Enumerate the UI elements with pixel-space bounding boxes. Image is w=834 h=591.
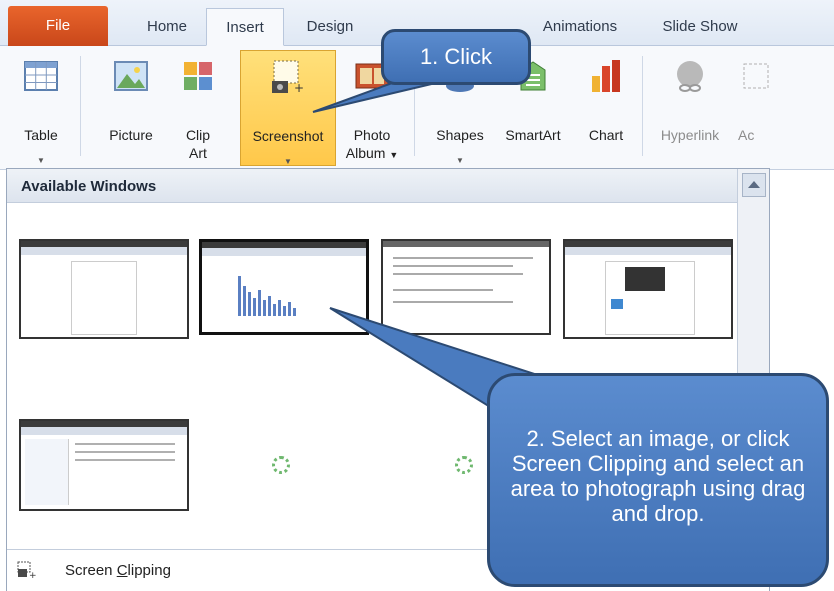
callout-1-tail [312, 81, 441, 113]
callout-step-1: 1. Click [381, 29, 531, 85]
callout-step-2: 2. Select an image, or click Screen Clip… [487, 373, 829, 587]
